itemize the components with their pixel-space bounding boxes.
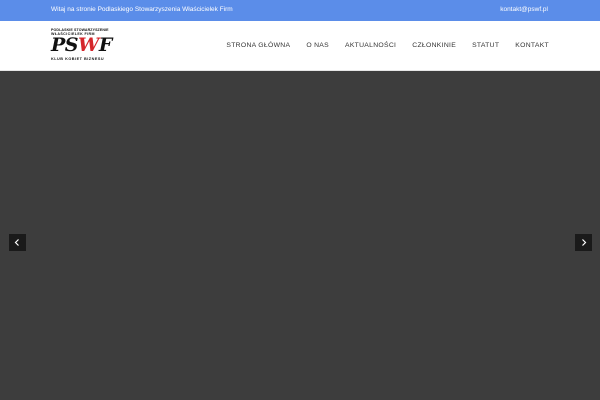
chevron-right-icon <box>582 239 587 246</box>
logo-mark: PSWF <box>51 35 112 55</box>
slider-prev-button[interactable] <box>9 234 26 251</box>
chevron-left-icon <box>14 239 19 246</box>
logo-mark-w: W <box>78 34 99 56</box>
nav-item-members[interactable]: CZŁONKINIE <box>412 42 456 49</box>
contact-email-link[interactable]: kontakt@pswf.pl <box>500 6 548 13</box>
site-logo[interactable]: PODLASKIE STOWARZYSZENIE WŁAŚCICIELEK FI… <box>51 28 112 65</box>
nav-item-home[interactable]: STRONA GŁÓWNA <box>226 42 290 49</box>
site-header: PODLASKIE STOWARZYSZENIE WŁAŚCICIELEK FI… <box>0 21 600 71</box>
nav-item-contact[interactable]: KONTAKT <box>515 42 549 49</box>
logo-line-3: KLUB KOBIET BIZNESU <box>51 57 105 61</box>
nav-item-statute[interactable]: STATUT <box>472 42 499 49</box>
logo-mark-ps: PS <box>51 34 79 56</box>
welcome-text: Witaj na stronie Podlaskiego Stowarzysze… <box>51 6 233 13</box>
nav-item-news[interactable]: AKTUALNOŚCI <box>345 42 396 49</box>
top-bar: Witaj na stronie Podlaskiego Stowarzysze… <box>0 0 600 21</box>
logo-mark-f: F <box>98 34 113 56</box>
nav-item-about[interactable]: O NAS <box>306 42 329 49</box>
main-nav: STRONA GŁÓWNA O NAS AKTUALNOŚCI CZŁONKIN… <box>210 21 549 70</box>
slider-next-button[interactable] <box>575 234 592 251</box>
hero-slider <box>0 71 600 400</box>
